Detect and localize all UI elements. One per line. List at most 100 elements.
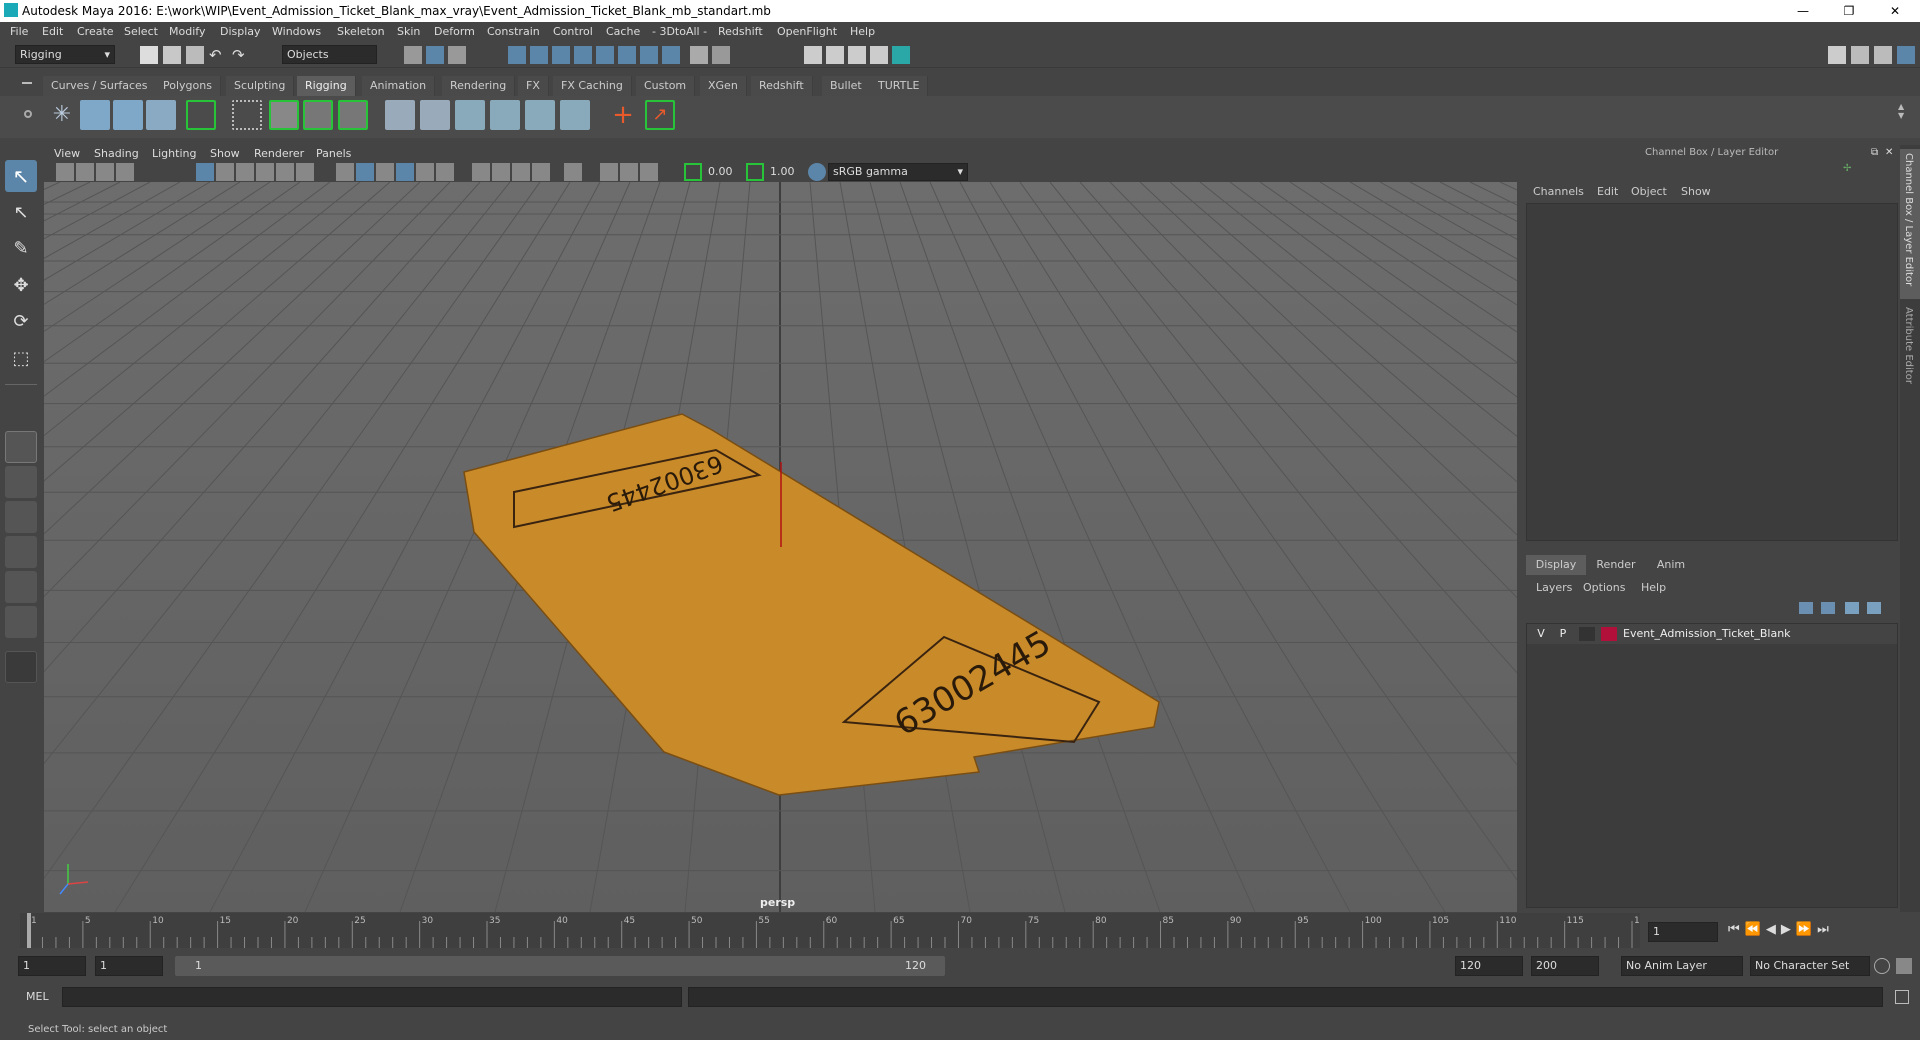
- layer-display-type[interactable]: [1579, 627, 1595, 641]
- history-icon[interactable]: [712, 46, 730, 64]
- tool-settings-icon[interactable]: [1874, 46, 1892, 64]
- shelf-options-icon[interactable]: [24, 110, 32, 118]
- menu-display[interactable]: Display: [220, 25, 261, 38]
- end-time-field[interactable]: 200: [1531, 956, 1599, 976]
- hypershade-layout-icon[interactable]: [5, 571, 37, 603]
- aim-constraint-icon[interactable]: ↗: [645, 100, 675, 130]
- lasso-tool-icon[interactable]: ↖: [5, 197, 37, 229]
- joint-tool-icon[interactable]: ✳: [47, 100, 77, 130]
- isolate-select-icon[interactable]: [564, 163, 582, 181]
- wireframe-icon[interactable]: [336, 163, 354, 181]
- close-button[interactable]: ✕: [1872, 0, 1918, 22]
- squash-icon[interactable]: [525, 100, 555, 130]
- exposure-value[interactable]: 0.00: [708, 165, 733, 178]
- menu-cache[interactable]: Cache: [606, 25, 640, 38]
- resolution-gate-icon[interactable]: [236, 163, 254, 181]
- scale-tool-icon[interactable]: ⬚: [5, 343, 37, 375]
- custom-layout-icon[interactable]: [5, 606, 37, 638]
- tab-rendering[interactable]: Rendering: [442, 76, 516, 96]
- tab-polygons[interactable]: Polygons: [155, 76, 221, 96]
- mirror-joint-icon[interactable]: [385, 100, 415, 130]
- layer-row[interactable]: V P Event_Admission_Ticket_Blank: [1527, 624, 1897, 644]
- new-layer-icon[interactable]: [1845, 602, 1859, 614]
- time-slider[interactable]: 1 5 10 15 20 25 30 35 40 45 50 55 60 65 70 75 80 85 90 95 10…: [20, 913, 1651, 948]
- select-tool-icon[interactable]: ↖: [5, 160, 37, 192]
- tab-fx-caching[interactable]: FX Caching: [553, 76, 632, 96]
- depth-of-field-icon[interactable]: [532, 163, 550, 181]
- tab-render[interactable]: Render: [1587, 555, 1645, 575]
- float-panel-icon[interactable]: ⧉: [1871, 147, 1878, 158]
- snap-vertex-icon[interactable]: [618, 46, 636, 64]
- new-scene-icon[interactable]: [140, 46, 158, 64]
- tab-curves-surfaces[interactable]: Curves / Surfaces: [43, 76, 157, 96]
- tab-bullet[interactable]: Bullet: [822, 76, 871, 96]
- safe-action-icon[interactable]: [296, 163, 314, 181]
- insert-joint-icon[interactable]: [146, 100, 176, 130]
- single-perspective-layout-icon[interactable]: [5, 431, 37, 463]
- render-frame-icon[interactable]: [826, 46, 844, 64]
- smooth-bind-icon[interactable]: [269, 100, 299, 130]
- ipr-render-icon[interactable]: [848, 46, 866, 64]
- tab-fx[interactable]: FX: [518, 76, 549, 96]
- layers-menu[interactable]: Layers: [1536, 581, 1572, 594]
- tab-rigging[interactable]: Rigging: [297, 76, 356, 96]
- bend-icon[interactable]: [455, 100, 485, 130]
- tab-xgen[interactable]: XGen: [700, 76, 747, 96]
- redo-icon[interactable]: ↷: [232, 46, 250, 64]
- menu-create[interactable]: Create: [77, 25, 114, 38]
- open-scene-icon[interactable]: [163, 46, 181, 64]
- vp-menu-view[interactable]: View: [54, 147, 80, 160]
- menu-file[interactable]: File: [10, 25, 28, 38]
- restore-button[interactable]: ❐: [1826, 0, 1872, 22]
- color-management-icon[interactable]: [808, 163, 826, 181]
- menu-redshift[interactable]: Redshift: [718, 25, 763, 38]
- new-layer-selected-icon[interactable]: [1867, 602, 1881, 614]
- menu-select[interactable]: Select: [124, 25, 158, 38]
- selection-mode-dropdown[interactable]: Objects: [282, 45, 377, 64]
- cluster-icon[interactable]: [232, 100, 262, 130]
- current-time-indicator[interactable]: [27, 913, 31, 948]
- tab-animation[interactable]: Animation: [362, 76, 436, 96]
- layout-options-icon[interactable]: [5, 651, 37, 683]
- render-view-icon[interactable]: [804, 46, 822, 64]
- gate-mask-icon[interactable]: [256, 163, 274, 181]
- parent-constraint-icon[interactable]: +: [608, 100, 638, 130]
- vp-menu-renderer[interactable]: Renderer: [254, 147, 304, 160]
- gamma-icon[interactable]: [746, 163, 764, 181]
- wire-icon[interactable]: [560, 100, 590, 130]
- anim-prefs-icon[interactable]: [1896, 958, 1912, 974]
- locator-icon[interactable]: [186, 100, 216, 130]
- menu-windows[interactable]: Windows: [272, 25, 321, 38]
- persp-outliner-layout-icon[interactable]: [5, 501, 37, 533]
- four-view-layout-icon[interactable]: [5, 466, 37, 498]
- film-gate-icon[interactable]: [216, 163, 234, 181]
- field-chart-icon[interactable]: [276, 163, 294, 181]
- anim-layer-dropdown[interactable]: No Anim Layer: [1621, 956, 1743, 976]
- select-object-icon[interactable]: [426, 46, 444, 64]
- bookmark-icon[interactable]: [96, 163, 114, 181]
- menu-skin[interactable]: Skin: [397, 25, 420, 38]
- undo-icon[interactable]: ↶: [209, 46, 227, 64]
- persp-graph-layout-icon[interactable]: [5, 536, 37, 568]
- character-set-dropdown[interactable]: No Character Set: [1750, 956, 1870, 976]
- exposure-icon[interactable]: [684, 163, 702, 181]
- move-layer-up-icon[interactable]: [1799, 602, 1813, 614]
- menu-edit[interactable]: Edit: [42, 25, 63, 38]
- hypershade-icon[interactable]: [892, 46, 910, 64]
- render-settings-icon[interactable]: [870, 46, 888, 64]
- vp-menu-lighting[interactable]: Lighting: [152, 147, 196, 160]
- current-frame-field[interactable]: 1: [1648, 922, 1718, 942]
- ik-handle-icon[interactable]: [80, 100, 110, 130]
- ik-spline-icon[interactable]: [113, 100, 143, 130]
- snap-live-icon[interactable]: [662, 46, 680, 64]
- menu-openflight[interactable]: OpenFlight: [777, 25, 837, 38]
- anti-aliasing-icon[interactable]: [512, 163, 530, 181]
- channel-box-icon[interactable]: [1897, 46, 1915, 64]
- tab-display[interactable]: Display: [1526, 555, 1586, 575]
- use-all-lights-icon[interactable]: [416, 163, 434, 181]
- snap-curve-icon[interactable]: [530, 46, 548, 64]
- menu-control[interactable]: Control: [553, 25, 593, 38]
- snap-view-plane-icon[interactable]: [574, 46, 592, 64]
- tab-anim[interactable]: Anim: [1645, 555, 1697, 575]
- options-menu[interactable]: Options: [1583, 581, 1625, 594]
